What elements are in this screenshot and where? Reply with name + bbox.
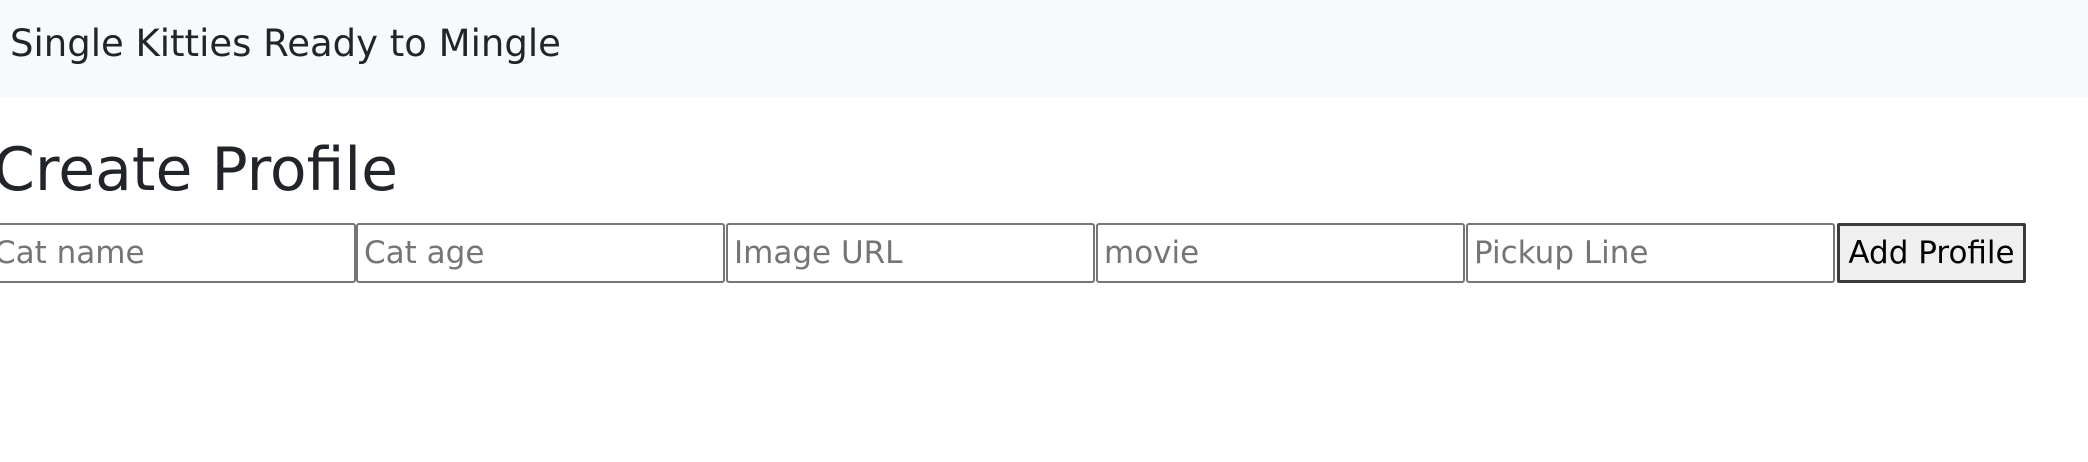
navbar: Single Kitties Ready to Mingle	[0, 0, 2088, 97]
movie-input[interactable]	[1096, 223, 1465, 283]
page-title: Create Profile	[0, 135, 398, 205]
add-profile-button[interactable]: Add Profile	[1837, 223, 2026, 283]
cat-name-input[interactable]	[0, 223, 356, 283]
cat-age-input[interactable]	[356, 223, 725, 283]
navbar-brand[interactable]: Single Kitties Ready to Mingle	[10, 18, 561, 70]
pickup-line-input[interactable]	[1466, 223, 1835, 283]
image-url-input[interactable]	[726, 223, 1095, 283]
